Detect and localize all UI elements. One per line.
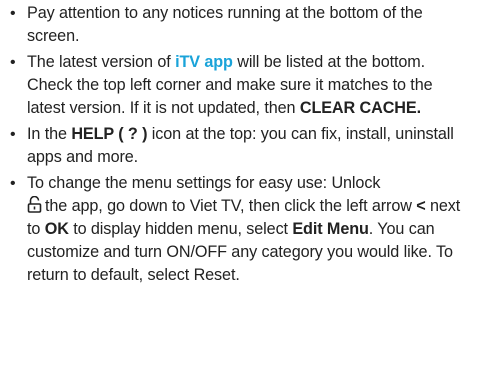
list-item-latest-version: • The latest version of iTV app will be … [2,51,474,120]
help-text-start: In the [27,125,72,143]
left-arrow-label: < [416,197,426,215]
bullet-dot: • [10,126,16,143]
ok-label: OK [44,220,69,238]
unlock-icon [27,195,42,213]
version-text-start: The latest version of [27,53,176,71]
clear-cache-label: CLEAR CACHE. [299,99,421,117]
itv-app-name: iTV app [175,53,233,71]
edit-menu-label: Edit Menu [292,220,369,238]
instructions-document: • Pay attention to any notices running a… [0,0,482,391]
list-item-notices: • Pay attention to any notices running a… [2,2,474,48]
list-item-menu-settings: • To change the menu settings for easy u… [2,172,474,287]
menu-text-4: to display hidden menu, select [68,220,293,238]
bullet-dot: • [10,54,16,71]
help-label: HELP ( ? ) [71,125,148,143]
notices-text: Pay attention to any notices running at … [27,4,423,45]
bullet-dot: • [10,175,16,192]
list-item-help: • In the HELP ( ? ) icon at the top: you… [2,123,474,169]
menu-text-2: the app, go down to Viet TV, then click … [45,197,417,215]
bullet-dot: • [10,5,16,22]
menu-text-start: To change the menu settings for easy use… [27,174,381,192]
instruction-list: • Pay attention to any notices running a… [2,2,474,287]
